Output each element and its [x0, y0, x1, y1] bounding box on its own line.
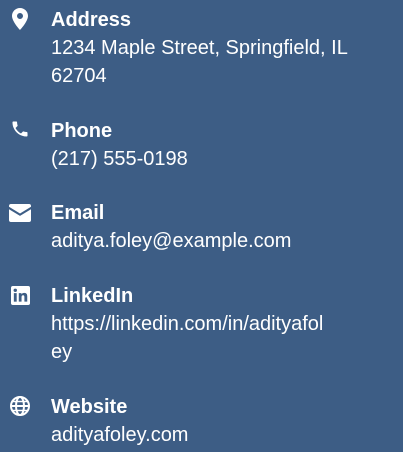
- email-address[interactable]: aditya.foley@example.com: [51, 227, 403, 255]
- email-value[interactable]: aditya.foley@example.com: [51, 227, 403, 255]
- map-pin-icon: [8, 7, 32, 31]
- linkedin-url-line-1[interactable]: https://linkedin.com/in/adityafol: [51, 310, 403, 338]
- address-line-2: 62704: [51, 65, 107, 87]
- website-value[interactable]: adityafoley.com: [51, 421, 403, 449]
- phone-label: Phone: [51, 120, 113, 142]
- phone-number[interactable]: (217) 555-0198: [51, 145, 403, 173]
- linkedin-url-line-2[interactable]: ey: [51, 338, 403, 366]
- linkedin-value[interactable]: https://linkedin.com/in/adityafol ey: [51, 310, 403, 366]
- address-line-1: 1234 Maple Street, Springfield, IL: [51, 37, 348, 59]
- linkedin-icon: [8, 283, 32, 307]
- address-label: Address: [51, 9, 132, 31]
- phone-icon: [8, 117, 32, 141]
- linkedin-label: LinkedIn: [51, 285, 134, 307]
- address-value: 1234 Maple Street, Springfield, IL 62704: [51, 34, 403, 90]
- envelope-icon: [8, 201, 32, 225]
- globe-icon: [8, 394, 32, 418]
- contact-info-list: Address 1234 Maple Street, Springfield, …: [0, 0, 403, 452]
- email-label: Email: [51, 202, 105, 224]
- website-label: Website: [51, 396, 128, 418]
- phone-value[interactable]: (217) 555-0198: [51, 145, 403, 173]
- website-url[interactable]: adityafoley.com: [51, 421, 403, 449]
